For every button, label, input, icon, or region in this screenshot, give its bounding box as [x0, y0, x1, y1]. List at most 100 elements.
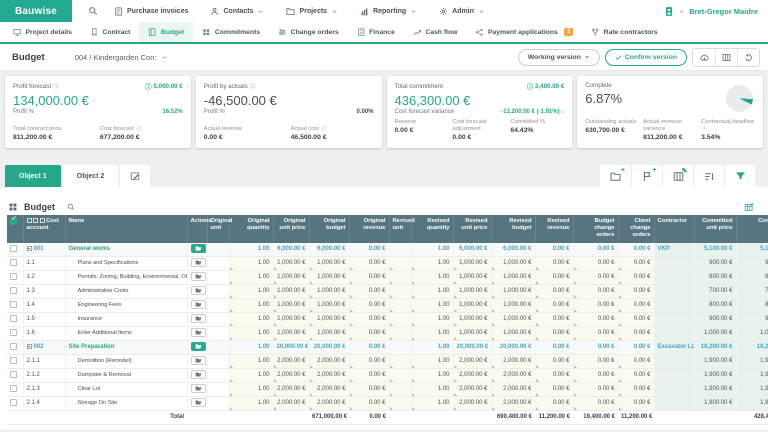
cell-orev[interactable]: 0.00 € [349, 354, 390, 369]
column-header-original-unit-price[interactable]: Original unit price [273, 215, 310, 243]
history-button[interactable] [737, 48, 759, 66]
filter-button[interactable] [724, 165, 755, 187]
cell-runit[interactable] [389, 326, 412, 341]
column-header-revised-unit-price[interactable]: Revised unit price [453, 215, 492, 243]
cell-rqty[interactable]: 1.00 [411, 382, 454, 397]
row-checkbox[interactable] [10, 244, 17, 252]
cell-runit[interactable] [389, 298, 412, 313]
cell-rrev[interactable]: 0.00 € [535, 368, 574, 383]
column-header-committed-unit-price[interactable]: Committed unit price [694, 215, 737, 243]
cell-rbudget[interactable]: 1,000.00 € [491, 284, 536, 299]
cell-bco[interactable]: 0.00 € [573, 382, 619, 397]
cell-oqty[interactable]: 1.00 [229, 354, 274, 369]
cell-oqty[interactable]: 1.00 [229, 382, 274, 397]
cell-rrev[interactable]: 0.00 € [535, 382, 574, 397]
cell-cco[interactable]: 0.00 € [618, 354, 655, 369]
cell-rqty[interactable]: 1.00 [411, 354, 454, 369]
cell-rqty[interactable]: 1.00 [411, 326, 454, 341]
column-header-committed-budget[interactable]: Committed budget [736, 215, 768, 243]
cell-oqty[interactable]: 1.00 [229, 312, 274, 327]
cell-rqty[interactable]: 1.00 [411, 270, 454, 285]
tab-project-details[interactable]: Project details [4, 22, 81, 42]
collapse-group-button[interactable] [26, 245, 32, 251]
cell-rqty[interactable]: 1.00 [411, 312, 454, 327]
tab-contract[interactable]: Contract [81, 22, 139, 42]
open-folder-button[interactable] [190, 285, 206, 295]
project-selector[interactable]: 004 / Kindergarden Con: [75, 53, 169, 62]
cell-bco[interactable]: 0.00 € [573, 298, 619, 313]
cell-rprice[interactable]: 1,000.00 € [453, 270, 492, 285]
cell-rbudget[interactable]: 2,000.00 € [491, 396, 536, 411]
cell-orev[interactable]: 0.00 € [349, 396, 390, 411]
cell-rrev[interactable]: 0.00 € [535, 354, 574, 369]
cell-rrev[interactable]: 0.00 € [535, 326, 574, 341]
cell-rrev[interactable]: 0.00 € [535, 256, 574, 271]
confirm-version-button[interactable]: Confirm version [604, 48, 687, 66]
row-checkbox[interactable] [10, 328, 17, 336]
cell-obudget[interactable]: 1,000.00 € [309, 284, 350, 299]
cell-rprice[interactable]: 1,000.00 € [453, 298, 492, 313]
cell-rqty[interactable]: 1.00 [411, 298, 454, 313]
cell-rbudget[interactable]: 1,000.00 € [491, 326, 536, 341]
cell-bco[interactable]: 0.00 € [573, 326, 619, 341]
cell-oqty[interactable]: 1.00 [229, 368, 274, 383]
cell-oprice[interactable]: 2,000.00 € [273, 354, 310, 369]
open-folder-button[interactable] [190, 271, 206, 281]
cell-oqty[interactable]: 1.00 [229, 256, 274, 271]
cell-rbudget[interactable]: 1,000.00 € [491, 312, 536, 327]
cell-oprice[interactable]: 2,000.00 € [273, 396, 310, 411]
search-icon[interactable] [88, 6, 98, 16]
nav-item-projects[interactable]: Projects [286, 7, 338, 16]
cell-rprice[interactable]: 1,000.00 € [453, 312, 492, 327]
select-all-checkbox[interactable] [10, 216, 17, 225]
cell-rbudget[interactable]: 1,000.00 € [491, 298, 536, 313]
cell-cco[interactable]: 0.00 € [618, 270, 655, 285]
cell-obudget[interactable]: 1,000.00 € [309, 298, 350, 313]
cell-runit[interactable] [389, 354, 412, 369]
cell-obudget[interactable]: 1,000.00 € [309, 312, 350, 327]
column-header-name[interactable]: Name [65, 215, 188, 243]
tab-payment-applications[interactable]: Payment applications 2 [466, 22, 582, 42]
cell-orev[interactable]: 0.00 € [349, 312, 390, 327]
collapse-level-button[interactable] [26, 218, 32, 223]
column-header-original-unit[interactable]: Original unit [207, 215, 232, 243]
cell-oprice[interactable]: 1,000.00 € [273, 270, 310, 285]
row-checkbox[interactable] [10, 384, 17, 392]
tab-budget[interactable]: Budget [139, 22, 194, 42]
cell-rrev[interactable]: 0.00 € [535, 284, 574, 299]
tab-cash-flow[interactable]: Cash flow [404, 22, 467, 42]
tab-change-orders[interactable]: Change orders [269, 22, 347, 42]
cell-rqty[interactable]: 1.00 [411, 396, 454, 411]
cell-runit[interactable] [389, 382, 412, 397]
column-header-revised-quantity[interactable]: Revised quantity [411, 215, 454, 243]
cell-bco[interactable]: 0.00 € [573, 270, 619, 285]
column-chooser-icon[interactable] [744, 202, 754, 212]
brand-logo[interactable]: Bauwise [0, 0, 72, 22]
tab-finance[interactable]: Finance [348, 22, 404, 42]
edit-table-button[interactable]: ✎ [662, 165, 693, 187]
cell-rrev[interactable]: 0.00 € [535, 298, 574, 313]
open-folder-button[interactable] [190, 369, 206, 379]
tab-commitments[interactable]: Commitments [193, 22, 269, 42]
cell-obudget[interactable]: 2,000.00 € [309, 396, 350, 411]
cell-obudget[interactable]: 2,000.00 € [309, 354, 350, 369]
cell-cco[interactable]: 0.00 € [618, 298, 655, 313]
cell-rqty[interactable]: 1.00 [411, 256, 454, 271]
cell-rbudget[interactable]: 1,000.00 € [491, 256, 536, 271]
row-checkbox[interactable] [10, 342, 17, 350]
cell-oprice[interactable]: 1,000.00 € [273, 284, 310, 299]
table-view-button[interactable] [715, 48, 737, 66]
cell-bco[interactable]: 0.00 € [573, 256, 619, 271]
column-header-original-budget[interactable]: Original budget [309, 215, 350, 243]
cell-obudget[interactable]: 2,000.00 € [309, 382, 350, 397]
cell-cco[interactable]: 0.00 € [618, 256, 655, 271]
open-folder-button[interactable] [190, 243, 206, 253]
row-checkbox[interactable] [10, 398, 17, 406]
cell-obudget[interactable]: 2,000.00 € [309, 368, 350, 383]
cell-cco[interactable]: 0.00 € [618, 396, 655, 411]
cell-oqty[interactable]: 1.00 [229, 270, 274, 285]
cell-runit[interactable] [389, 312, 412, 327]
cell-oqty[interactable]: 1.00 [229, 326, 274, 341]
cell-bco[interactable]: 0.00 € [573, 284, 619, 299]
cell-oqty[interactable]: 1.00 [229, 298, 274, 313]
